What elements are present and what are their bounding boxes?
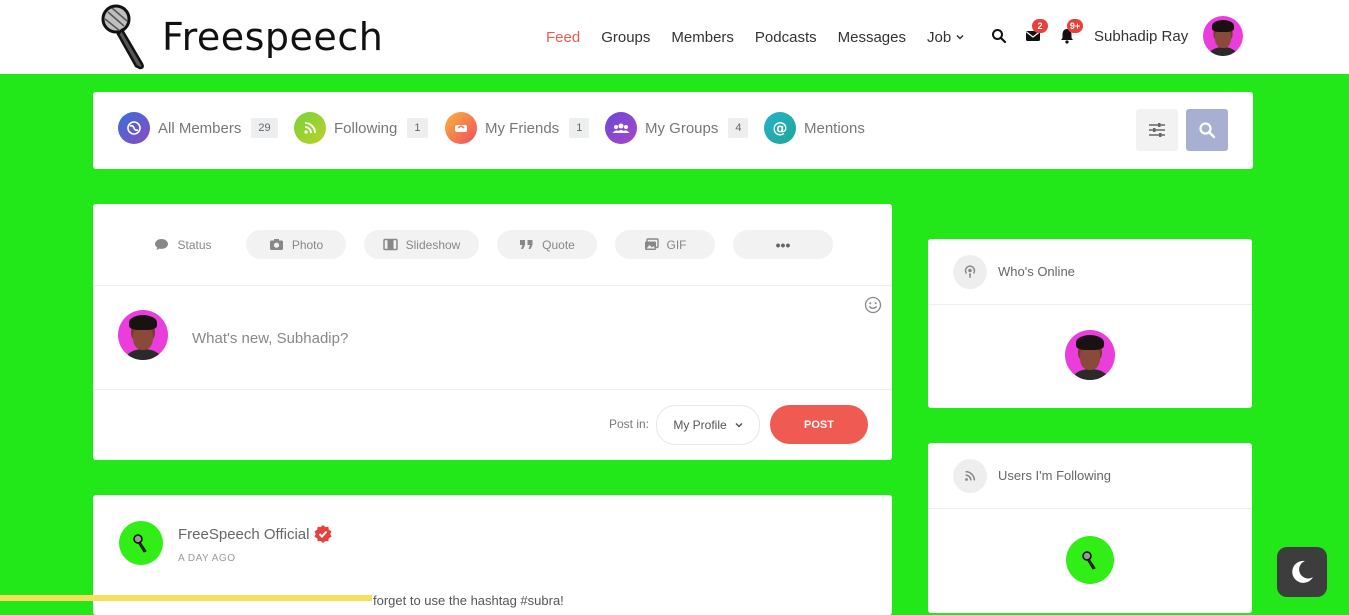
sliders-icon (1149, 123, 1165, 137)
handshake-icon (445, 112, 477, 144)
film-icon (382, 238, 398, 251)
filter-settings-button[interactable] (1136, 109, 1178, 151)
post-in-label: Post in: (609, 417, 650, 431)
tab-quote[interactable]: Quote (497, 230, 597, 259)
filter-count: 4 (728, 118, 749, 138)
tab-slideshow[interactable]: Slideshow (364, 230, 479, 259)
user-avatar[interactable] (1203, 16, 1243, 56)
tab-label: Slideshow (405, 237, 461, 252)
nav-messages[interactable]: Messages (838, 29, 906, 46)
widget-header: Who's Online (928, 239, 1252, 305)
filter-label: Mentions (804, 119, 865, 137)
cookie-notice-bar[interactable] (0, 595, 372, 601)
tab-more[interactable]: ••• (733, 230, 833, 259)
filter-mentions[interactable]: @ Mentions (764, 112, 865, 144)
composer-body (93, 286, 892, 390)
tab-label: GIF (666, 237, 687, 252)
group-icon (605, 112, 637, 144)
post-in-value: My Profile (673, 418, 727, 432)
emoji-icon[interactable] (864, 296, 882, 314)
nav-members[interactable]: Members (671, 29, 734, 46)
images-icon (644, 238, 659, 250)
nav-feed[interactable]: Feed (546, 29, 580, 46)
users-following-widget: Users I'm Following (928, 443, 1252, 613)
filter-label: Following (334, 119, 398, 137)
microphone-icon (133, 534, 147, 553)
filter-my-friends[interactable]: My Friends 1 (445, 112, 590, 144)
nav-podcasts[interactable]: Podcasts (755, 29, 817, 46)
comment-icon (155, 239, 169, 250)
rss-icon (953, 459, 987, 493)
post-button[interactable]: POST (770, 405, 868, 444)
filter-label: My Groups (645, 119, 719, 137)
dark-mode-toggle[interactable] (1277, 547, 1327, 597)
member-filter-bar: All Members 29 Following 1 My Friends 1 … (93, 92, 1253, 169)
tab-label: Photo (291, 237, 324, 252)
microphone-icon (1082, 551, 1096, 570)
widget-title: Users I'm Following (998, 468, 1112, 483)
camera-icon (269, 239, 283, 250)
messages-button[interactable]: 2 (1024, 19, 1048, 45)
site-header: Freespeech Feed Groups Members Podcasts … (0, 0, 1349, 74)
filter-all-members[interactable]: All Members 29 (118, 112, 278, 144)
notifications-button[interactable]: 9+ (1058, 19, 1083, 45)
filter-my-groups[interactable]: My Groups 4 (605, 112, 749, 144)
tab-gif[interactable]: GIF (615, 230, 715, 259)
composer-avatar (118, 310, 168, 360)
microphone-icon (101, 4, 144, 70)
rss-icon (294, 112, 326, 144)
tab-label: Quote (542, 237, 575, 252)
author-name: FreeSpeech Official (178, 525, 310, 543)
user-name[interactable]: Subhadip Ray (1094, 28, 1188, 45)
site-logo[interactable]: Freespeech (100, 4, 383, 70)
widget-header: Users I'm Following (928, 443, 1252, 509)
filter-count: 1 (407, 118, 428, 138)
notifications-badge: 9+ (1067, 19, 1083, 33)
filter-count: 1 (569, 118, 590, 138)
post-author[interactable]: FreeSpeech Official (178, 524, 333, 544)
filter-following[interactable]: Following 1 (294, 112, 428, 144)
online-user-avatar[interactable] (1065, 330, 1115, 380)
post-in-select[interactable]: My Profile (656, 405, 760, 445)
globe-icon (118, 112, 150, 144)
whats-new-input[interactable] (192, 330, 792, 347)
post-composer: Status Photo Slideshow Quote GIF ••• Wha… (93, 204, 892, 460)
filter-label: My Friends (485, 119, 560, 137)
search-icon[interactable] (990, 27, 1008, 45)
nav-job-label: Job (927, 28, 952, 46)
widget-title: Who's Online (998, 264, 1075, 279)
logo-text: Freespeech (162, 15, 384, 59)
verified-badge-icon (314, 525, 332, 543)
nav-groups[interactable]: Groups (601, 29, 650, 46)
search-members-button[interactable] (1186, 109, 1228, 151)
whos-online-widget: Who's Online (928, 239, 1252, 408)
podcast-icon (953, 255, 987, 289)
tab-status[interactable]: Status (133, 230, 233, 259)
search-icon (1199, 122, 1216, 139)
author-avatar[interactable] (119, 521, 163, 565)
post-time: A DAY AGO (178, 553, 236, 564)
composer-tabs: Status Photo Slideshow Quote GIF ••• (93, 204, 892, 286)
nav-job[interactable]: Job (927, 29, 965, 46)
filter-label: All Members (158, 119, 242, 137)
at-icon: @ (764, 112, 796, 144)
main-nav: Feed Groups Members Podcasts Messages Jo… (546, 0, 986, 74)
followed-user-avatar[interactable] (1066, 536, 1114, 584)
filter-count: 29 (251, 118, 278, 138)
more-icon: ••• (775, 236, 791, 253)
chevron-down-icon (735, 422, 743, 428)
quote-icon (520, 240, 533, 249)
messages-badge: 2 (1032, 19, 1048, 33)
tab-photo[interactable]: Photo (246, 230, 346, 259)
moon-icon (1292, 560, 1313, 583)
chevron-down-icon (956, 34, 964, 40)
tab-label: Status (177, 237, 212, 252)
